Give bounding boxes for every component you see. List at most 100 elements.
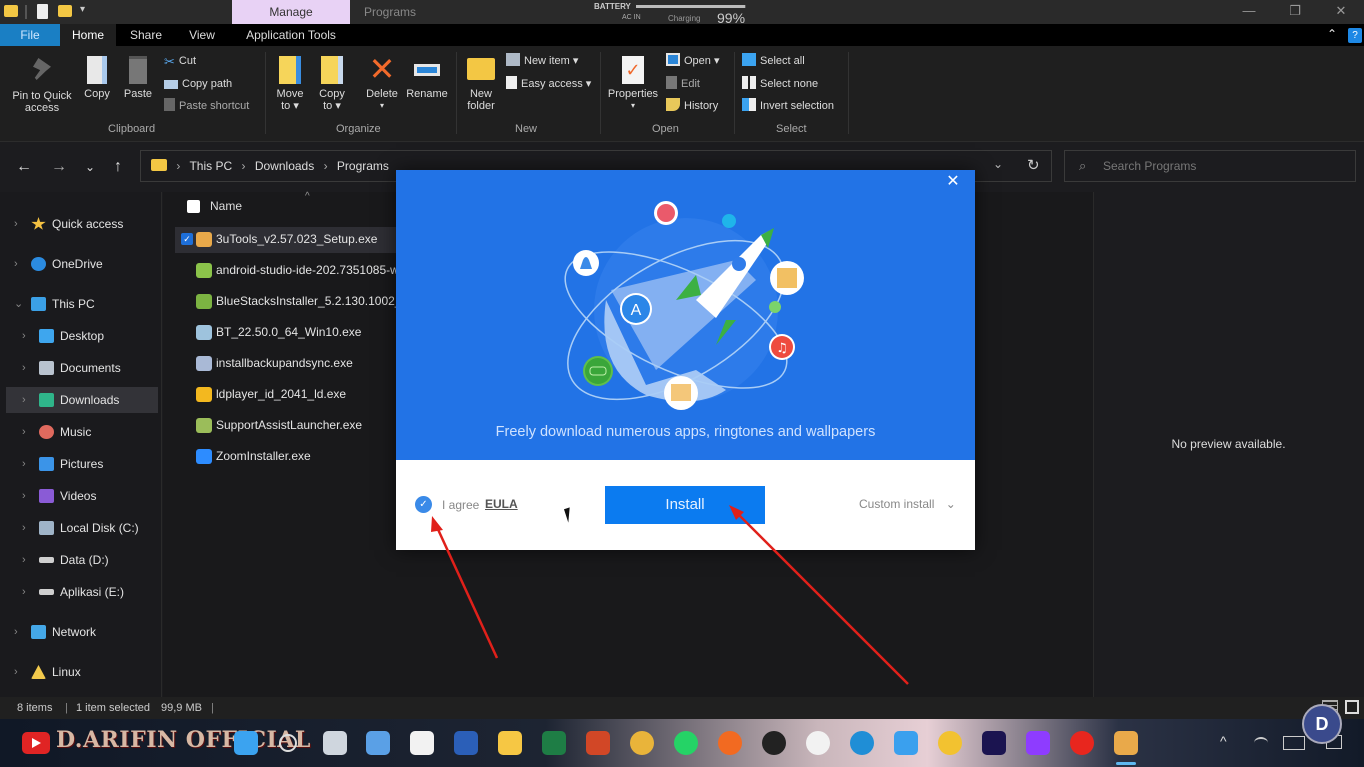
expand-chevron-right-icon[interactable]: › bbox=[22, 482, 32, 510]
context-tab-manage[interactable]: Manage bbox=[232, 0, 350, 24]
app-w-taskbar-icon[interactable] bbox=[806, 731, 830, 755]
expand-chevron-right-icon[interactable]: › bbox=[14, 250, 24, 278]
tab-share[interactable]: Share bbox=[120, 24, 172, 46]
address-dropdown-icon[interactable]: ⌄ bbox=[993, 157, 1003, 171]
expand-chevron-right-icon[interactable]: › bbox=[14, 210, 24, 238]
recent-locations-button[interactable]: ⌄ bbox=[80, 157, 100, 177]
expand-chevron-right-icon[interactable]: › bbox=[22, 546, 32, 574]
picsart-taskbar-icon[interactable] bbox=[1026, 731, 1050, 755]
edge-taskbar-icon[interactable] bbox=[850, 731, 874, 755]
breadcrumb-downloads[interactable]: Downloads bbox=[255, 159, 314, 173]
expand-chevron-right-icon[interactable]: › bbox=[22, 354, 32, 382]
tab-view[interactable]: View bbox=[176, 24, 228, 46]
tab-file[interactable]: File bbox=[0, 24, 60, 46]
customize-quick-access-icon[interactable]: ▾ bbox=[80, 4, 85, 15]
expand-chevron-right-icon[interactable]: › bbox=[14, 658, 24, 686]
forward-button[interactable]: → bbox=[49, 157, 69, 177]
file-row[interactable]: ✓ 3uTools_v2.57.023_Setup.exe bbox=[172, 225, 397, 253]
tab-home[interactable]: Home bbox=[60, 24, 116, 46]
rename-button[interactable]: Rename bbox=[404, 56, 450, 100]
new-folder-button[interactable]: New folder bbox=[462, 58, 500, 112]
3utools-taskbar-icon[interactable] bbox=[1114, 731, 1138, 755]
breadcrumb-separator[interactable]: › bbox=[176, 159, 180, 173]
new-item-button[interactable]: New item ▾ bbox=[506, 52, 578, 70]
up-button[interactable]: ↑ bbox=[108, 157, 128, 177]
help-icon[interactable]: ? bbox=[1348, 28, 1362, 43]
excel-taskbar-icon[interactable] bbox=[542, 731, 566, 755]
search-taskbar-icon[interactable] bbox=[279, 734, 297, 752]
dialog-close-button[interactable]: ✕ bbox=[942, 172, 964, 194]
new-folder-icon[interactable] bbox=[58, 5, 72, 17]
tab-application-tools[interactable]: Application Tools bbox=[236, 24, 346, 46]
breadcrumb-programs[interactable]: Programs bbox=[337, 159, 389, 173]
expand-chevron-right-icon[interactable]: › bbox=[22, 322, 32, 350]
large-icons-view-button[interactable] bbox=[1345, 700, 1359, 714]
agree-checkbox[interactable]: ✓ bbox=[415, 496, 432, 513]
row-checkbox[interactable]: ✓ bbox=[181, 233, 193, 245]
firefox-taskbar-icon[interactable] bbox=[718, 731, 742, 755]
history-button[interactable]: History bbox=[666, 97, 718, 115]
move-to-button[interactable]: Move to ▾ bbox=[272, 56, 308, 112]
cut-button[interactable]: ✂ Cut bbox=[164, 52, 196, 70]
column-header-name[interactable]: Name bbox=[210, 199, 242, 213]
close-button[interactable]: ✕ bbox=[1318, 0, 1364, 24]
install-button[interactable]: Install bbox=[605, 486, 765, 524]
expand-chevron-right-icon[interactable]: › bbox=[22, 578, 32, 606]
file-row[interactable]: SupportAssistLauncher.exe bbox=[172, 411, 397, 439]
delete-button[interactable]: ✕ Delete ▾ bbox=[362, 53, 402, 112]
file-row[interactable]: BT_22.50.0_64_Win10.exe bbox=[172, 318, 397, 346]
expand-chevron-down-icon[interactable]: ⌄ bbox=[14, 290, 24, 318]
store-taskbar-icon[interactable] bbox=[410, 731, 434, 755]
media-player-taskbar-icon[interactable] bbox=[762, 731, 786, 755]
start-taskbar-icon[interactable] bbox=[234, 731, 258, 755]
word-taskbar-icon[interactable] bbox=[454, 731, 478, 755]
restore-button[interactable]: ❐ bbox=[1272, 0, 1318, 24]
wifi-icon[interactable] bbox=[1254, 737, 1268, 749]
folder-icon[interactable] bbox=[4, 5, 18, 17]
file-row[interactable]: ldplayer_id_2041_ld.exe bbox=[172, 380, 397, 408]
pin-to-quick-access-button[interactable]: Pin to Quick access bbox=[6, 58, 78, 114]
invert-selection-button[interactable]: Invert selection bbox=[742, 97, 834, 115]
copy-button[interactable]: Copy bbox=[80, 56, 114, 100]
breadcrumb-separator[interactable]: › bbox=[242, 159, 246, 173]
expand-chevron-right-icon[interactable]: › bbox=[22, 418, 32, 446]
search-box[interactable]: ⌕ bbox=[1064, 150, 1356, 182]
breadcrumb-separator[interactable]: › bbox=[324, 159, 328, 173]
file-row[interactable]: android-studio-ide-202.7351085-w bbox=[172, 256, 397, 284]
collapse-ribbon-icon[interactable]: ⌃ bbox=[1327, 27, 1337, 41]
whatsapp-taskbar-icon[interactable] bbox=[674, 731, 698, 755]
custom-install-dropdown[interactable]: Custom install ⌄ bbox=[859, 497, 956, 511]
copy-to-button[interactable]: Copy to ▾ bbox=[314, 56, 350, 112]
properties-button[interactable]: ✓ Properties ▾ bbox=[605, 56, 661, 112]
powerpoint-taskbar-icon[interactable] bbox=[586, 731, 610, 755]
expand-chevron-right-icon[interactable]: › bbox=[22, 386, 32, 414]
file-row[interactable]: ZoomInstaller.exe bbox=[172, 442, 397, 470]
breadcrumb-this-pc[interactable]: This PC bbox=[189, 159, 232, 173]
search-input[interactable] bbox=[1103, 151, 1343, 181]
properties-icon[interactable] bbox=[37, 4, 48, 19]
expand-chevron-right-icon[interactable]: › bbox=[22, 514, 32, 542]
expand-chevron-right-icon[interactable]: › bbox=[14, 618, 24, 646]
premiere-taskbar-icon[interactable] bbox=[982, 731, 1006, 755]
paste-button[interactable]: Paste bbox=[120, 56, 156, 100]
refresh-icon[interactable]: ↻ bbox=[1027, 156, 1040, 174]
chrome-taskbar-icon[interactable] bbox=[630, 731, 654, 755]
file-row[interactable]: BlueStacksInstaller_5.2.130.1002_na bbox=[172, 287, 397, 315]
app-a-taskbar-icon[interactable] bbox=[938, 731, 962, 755]
file-explorer-taskbar-icon[interactable] bbox=[498, 731, 522, 755]
edit-button[interactable]: Edit bbox=[666, 75, 700, 93]
task-view-taskbar-icon[interactable] bbox=[323, 731, 347, 755]
expand-chevron-right-icon[interactable]: › bbox=[22, 450, 32, 478]
select-none-button[interactable]: Select none bbox=[742, 75, 818, 93]
widgets-taskbar-icon[interactable] bbox=[366, 731, 390, 755]
file-row[interactable]: installbackupandsync.exe bbox=[172, 349, 397, 377]
minimize-button[interactable]: — bbox=[1226, 0, 1272, 24]
show-hidden-icons-button[interactable]: ^ bbox=[1220, 733, 1227, 749]
keyboard-icon[interactable] bbox=[1283, 736, 1305, 750]
recorder-taskbar-icon[interactable] bbox=[1070, 731, 1094, 755]
easy-access-button[interactable]: Easy access ▾ bbox=[506, 75, 591, 93]
select-all-checkbox[interactable] bbox=[187, 200, 200, 213]
app-store-blue-taskbar-icon[interactable] bbox=[894, 731, 918, 755]
select-all-button[interactable]: Select all bbox=[742, 52, 805, 70]
eula-link[interactable]: EULA bbox=[485, 497, 518, 511]
